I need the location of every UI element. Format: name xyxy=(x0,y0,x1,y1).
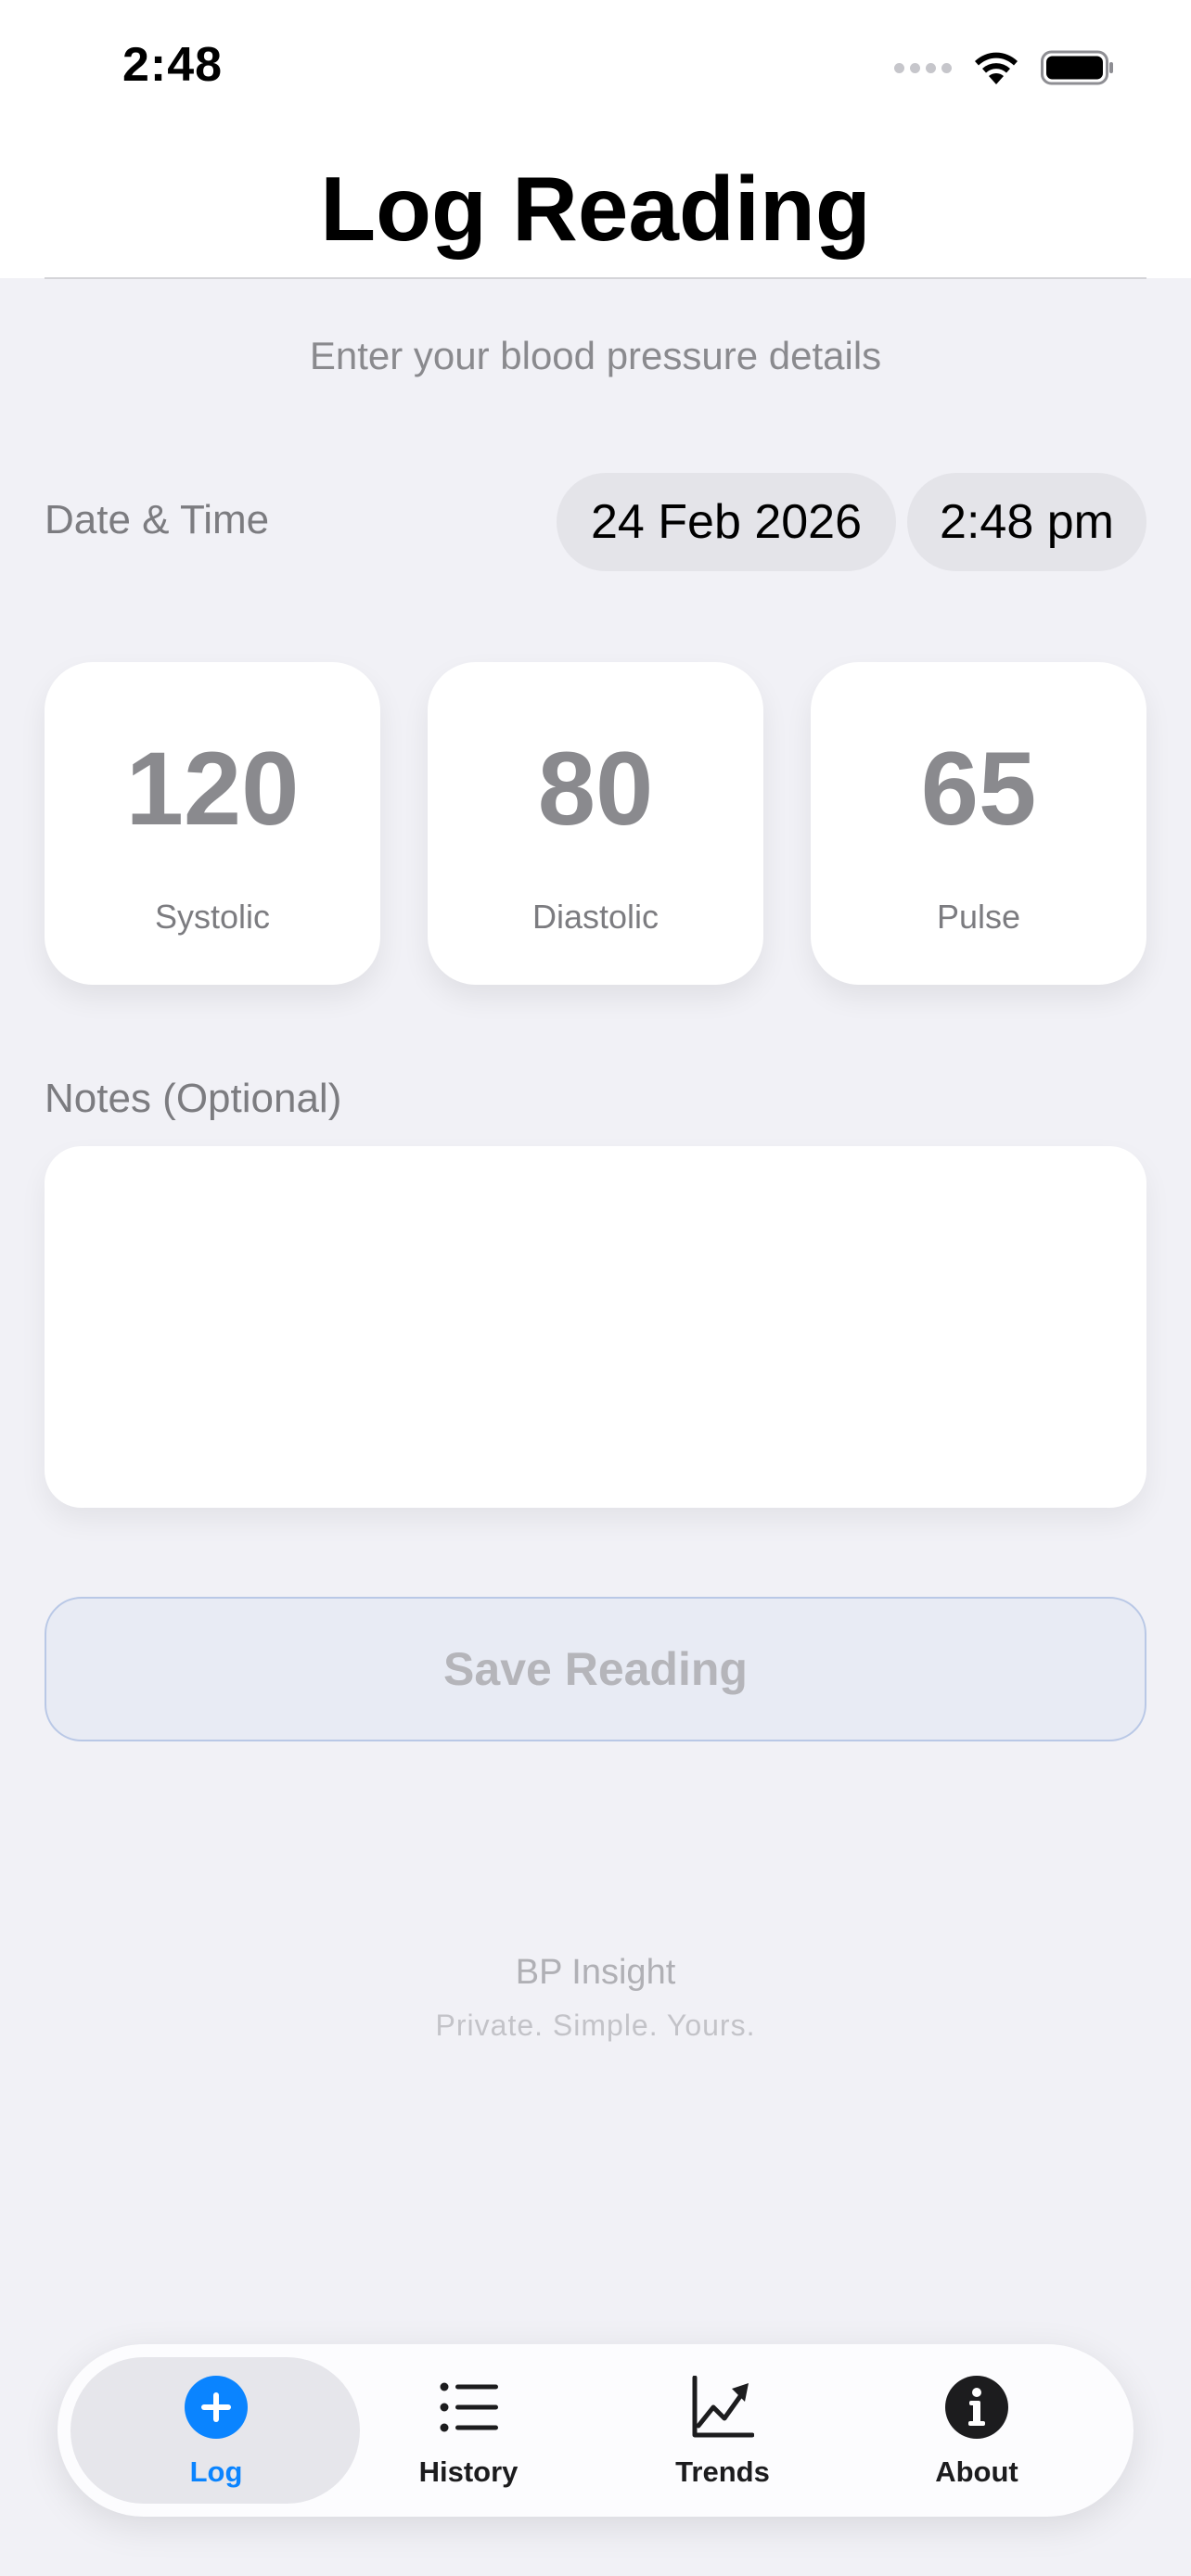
status-icons xyxy=(894,45,1115,91)
tab-trends-label: Trends xyxy=(675,2455,770,2488)
datetime-label: Date & Time xyxy=(45,497,270,542)
page-title: Log Reading xyxy=(320,158,871,260)
notes-input[interactable] xyxy=(45,1146,1146,1508)
notes-label: Notes (Optional) xyxy=(45,1076,342,1121)
tab-history-label: History xyxy=(418,2455,519,2488)
time-picker-button[interactable]: 2:48 pm xyxy=(907,473,1146,571)
systolic-card[interactable]: 120 Systolic xyxy=(45,662,380,985)
battery-icon xyxy=(1041,50,1113,85)
tab-log-label: Log xyxy=(189,2455,243,2488)
tab-history[interactable]: History xyxy=(341,2344,596,2517)
tab-about[interactable]: About xyxy=(850,2344,1104,2517)
brand-tagline: Private. Simple. Yours. xyxy=(435,2009,756,2042)
pulse-value: 65 xyxy=(920,731,1037,847)
header-divider xyxy=(45,277,1146,279)
info-circle-icon xyxy=(945,2376,1008,2439)
diastolic-value: 80 xyxy=(537,731,654,847)
diastolic-card[interactable]: 80 Diastolic xyxy=(428,662,763,985)
tab-about-label: About xyxy=(935,2455,1018,2488)
cellular-signal-icon xyxy=(894,62,952,73)
save-reading-button[interactable]: Save Reading xyxy=(45,1597,1146,1741)
status-bar: 2:48 xyxy=(0,0,1191,139)
status-time: 2:48 xyxy=(122,38,224,92)
header: Log Reading xyxy=(0,139,1191,278)
list-icon xyxy=(440,2382,498,2432)
brand-name: BP Insight xyxy=(515,1953,676,1992)
plus-circle-icon xyxy=(185,2376,248,2439)
tab-bar: Log History Trends About xyxy=(58,2344,1133,2517)
wifi-icon xyxy=(975,52,1018,84)
diastolic-label: Diastolic xyxy=(531,898,660,936)
page-subtitle: Enter your blood pressure details xyxy=(309,334,882,377)
chart-line-icon xyxy=(692,2376,754,2438)
tab-log[interactable]: Log xyxy=(89,2344,343,2517)
systolic-label: Systolic xyxy=(154,898,271,936)
date-picker-button[interactable]: 24 Feb 2026 xyxy=(557,473,896,571)
tab-trends[interactable]: Trends xyxy=(596,2344,850,2517)
pulse-label: Pulse xyxy=(936,898,1021,936)
systolic-value: 120 xyxy=(125,731,300,847)
pulse-card[interactable]: 65 Pulse xyxy=(811,662,1146,985)
